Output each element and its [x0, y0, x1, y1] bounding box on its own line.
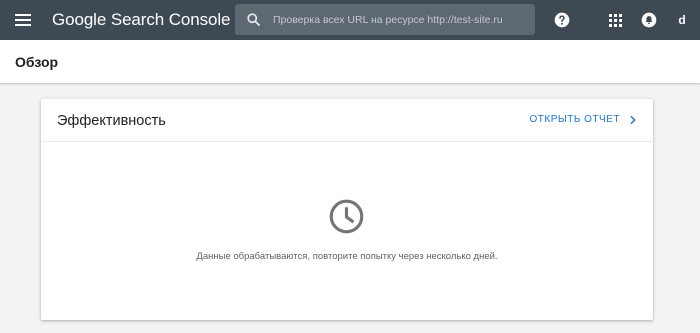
account-avatar[interactable]: d: [671, 9, 693, 31]
card-title: Эффективность: [57, 113, 166, 129]
google-apps-button[interactable]: [603, 8, 627, 32]
card-body: Данные обрабатываются, повторите попытку…: [41, 142, 653, 320]
performance-card: Эффективность ОТКРЫТЬ ОТЧЕТ Данные обраб…: [41, 99, 653, 320]
notifications-button[interactable]: [637, 8, 661, 32]
notifications-icon: [641, 12, 657, 28]
help-button[interactable]: [550, 8, 574, 32]
open-report-label: ОТКРЫТЬ ОТЧЕТ: [529, 114, 620, 125]
open-report-link[interactable]: ОТКРЫТЬ ОТЧЕТ: [529, 114, 637, 125]
search-input[interactable]: [273, 4, 525, 35]
page-header: Обзор: [0, 40, 700, 83]
processing-message: Данные обрабатываются, повторите попытку…: [196, 251, 498, 262]
app-brand[interactable]: Google Search Console: [52, 10, 231, 30]
apps-grid-icon: [608, 13, 622, 27]
chevron-right-icon: [630, 115, 636, 124]
clock-icon: [329, 199, 364, 234]
menu-icon: [15, 14, 31, 26]
main-menu-button[interactable]: [8, 5, 38, 35]
card-header: Эффективность ОТКРЫТЬ ОТЧЕТ: [41, 99, 653, 142]
help-icon: [554, 12, 570, 28]
top-app-bar: Google Search Console Проверка всех URL …: [0, 0, 700, 40]
url-inspection-search: [235, 4, 535, 35]
page-title: Обзор: [15, 54, 59, 70]
search-icon: [247, 13, 260, 26]
